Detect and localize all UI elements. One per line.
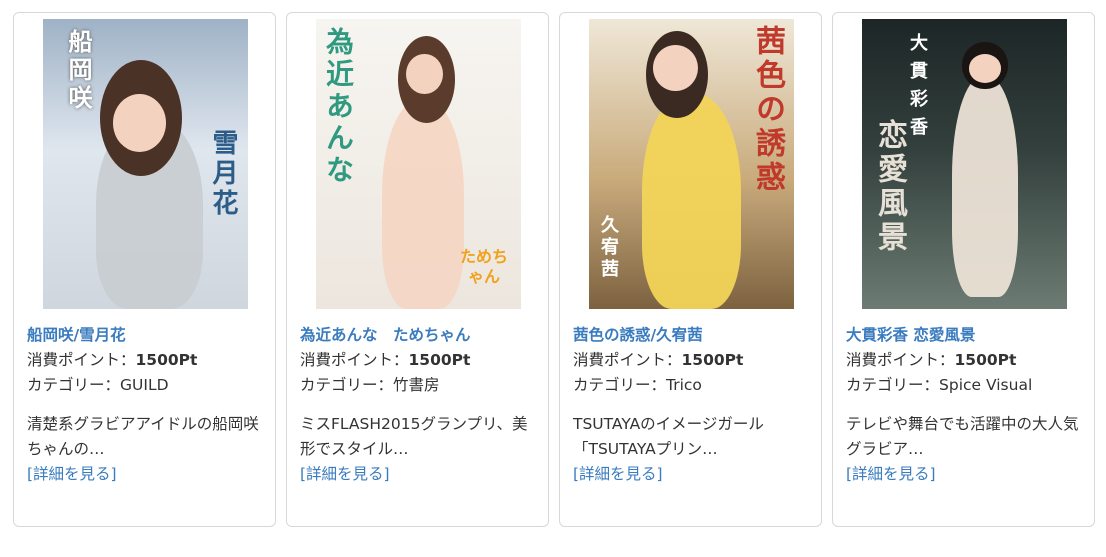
points-label: 消費ポイント：	[300, 351, 409, 369]
category-value: 竹書房	[393, 376, 440, 394]
points-value: 1500Pt	[681, 351, 744, 369]
cover-figure	[642, 94, 741, 309]
category-row: カテゴリー：Spice Visual	[846, 373, 1084, 398]
product-card[interactable]: 為近あんな ためちゃん 為近あんな ためちゃん 消費ポイント：1500Pt カテ…	[286, 12, 549, 527]
points-value: 1500Pt	[135, 351, 198, 369]
category-row: カテゴリー：竹書房	[300, 373, 538, 398]
cover-subtitle: 久宥茜	[598, 215, 619, 281]
detail-link[interactable]: [詳細を見る]	[573, 462, 811, 487]
detail-link[interactable]: [詳細を見る]	[27, 462, 265, 487]
detail-link[interactable]: [詳細を見る]	[300, 462, 538, 487]
points-label: 消費ポイント：	[27, 351, 136, 369]
product-info: 船岡咲/雪月花 消費ポイント：1500Pt カテゴリー：GUILD 清楚系グラビ…	[27, 323, 265, 487]
product-description: TSUTAYAのイメージガール「TSUTAYAプリン…	[573, 415, 764, 458]
product-cover-image[interactable]: 為近あんな ためちゃん	[316, 19, 521, 309]
category-value: GUILD	[120, 376, 169, 394]
cover-face	[652, 45, 698, 92]
cover-title: 大貫彩香	[907, 33, 928, 145]
points-row: 消費ポイント：1500Pt	[846, 348, 1084, 373]
category-row: カテゴリー：Trico	[573, 373, 811, 398]
product-info: 大貫彩香 恋愛風景 消費ポイント：1500Pt カテゴリー：Spice Visu…	[846, 323, 1084, 487]
points-value: 1500Pt	[954, 351, 1017, 369]
product-description: テレビや舞台でも活躍中の大人気グラビア…	[846, 415, 1079, 458]
category-value: Spice Visual	[939, 376, 1033, 394]
product-info: 為近あんな ためちゃん 消費ポイント：1500Pt カテゴリー：竹書房 ミスFL…	[300, 323, 538, 487]
points-value: 1500Pt	[408, 351, 471, 369]
cover-title: 為近あんな	[322, 27, 355, 187]
product-card[interactable]: 茜色の誘惑 久宥茜 茜色の誘惑/久宥茜 消費ポイント：1500Pt カテゴリー：…	[559, 12, 822, 527]
product-grid: 船岡咲 雪月花 船岡咲/雪月花 消費ポイント：1500Pt カテゴリー：GUIL…	[13, 12, 1095, 527]
cover-face	[406, 53, 444, 95]
points-label: 消費ポイント：	[846, 351, 955, 369]
detail-link[interactable]: [詳細を見る]	[846, 462, 1084, 487]
product-cover-image[interactable]: 大貫彩香 恋愛風景	[862, 19, 1067, 309]
cover-face	[112, 94, 166, 153]
cover-title: 船岡咲	[64, 29, 93, 113]
product-title-link[interactable]: 茜色の誘惑/久宥茜	[573, 323, 811, 348]
points-row: 消費ポイント：1500Pt	[573, 348, 811, 373]
category-label: カテゴリー：	[573, 376, 667, 394]
cover-title: 茜色の誘惑	[750, 25, 785, 195]
cover-figure	[381, 100, 464, 309]
product-title-link[interactable]: 大貫彩香 恋愛風景	[846, 323, 1084, 348]
cover-figure	[952, 77, 1018, 298]
product-info: 茜色の誘惑/久宥茜 消費ポイント：1500Pt カテゴリー：Trico TSUT…	[573, 323, 811, 487]
cover-logo: ためちゃん	[459, 247, 508, 286]
cover-face	[968, 53, 1002, 83]
cover-subtitle: 雪月花	[208, 129, 238, 219]
points-row: 消費ポイント：1500Pt	[27, 348, 265, 373]
product-cover-image[interactable]: 茜色の誘惑 久宥茜	[589, 19, 794, 309]
product-title-link[interactable]: 船岡咲/雪月花	[27, 323, 265, 348]
product-card[interactable]: 大貫彩香 恋愛風景 大貫彩香 恋愛風景 消費ポイント：1500Pt カテゴリー：…	[832, 12, 1095, 527]
points-label: 消費ポイント：	[573, 351, 682, 369]
category-label: カテゴリー：	[846, 376, 940, 394]
category-label: カテゴリー：	[300, 376, 394, 394]
product-description: ミスFLASH2015グランプリ、美形でスタイル…	[300, 415, 528, 458]
category-label: カテゴリー：	[27, 376, 121, 394]
cover-subtitle: 恋愛風景	[872, 119, 907, 255]
product-cover-image[interactable]: 船岡咲 雪月花	[43, 19, 248, 309]
category-value: Trico	[666, 376, 702, 394]
category-row: カテゴリー：GUILD	[27, 373, 265, 398]
points-row: 消費ポイント：1500Pt	[300, 348, 538, 373]
product-title-link[interactable]: 為近あんな ためちゃん	[300, 323, 538, 348]
product-card[interactable]: 船岡咲 雪月花 船岡咲/雪月花 消費ポイント：1500Pt カテゴリー：GUIL…	[13, 12, 276, 527]
product-description: 清楚系グラビアアイドルの船岡咲ちゃんの…	[27, 415, 259, 458]
